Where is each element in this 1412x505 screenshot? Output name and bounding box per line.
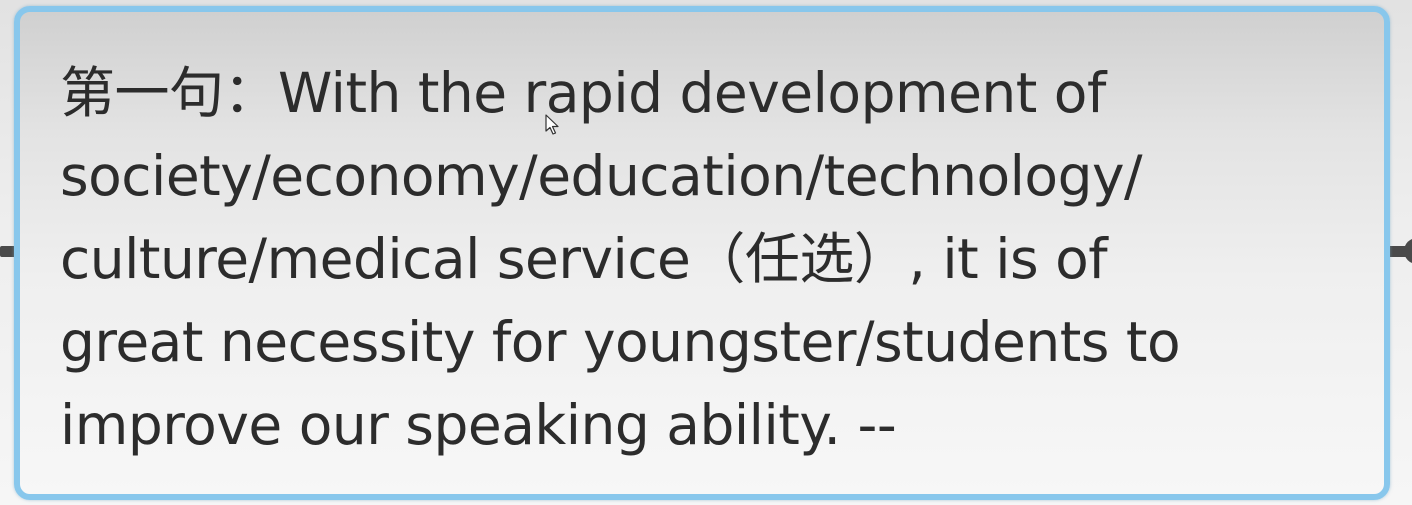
node-line-2: society/economy/education/technology/: [60, 144, 1143, 208]
node-line-5: improve our speaking ability. --: [60, 393, 897, 457]
node-line-3: culture/medical service（任选）, it is of: [60, 227, 1108, 291]
mindmap-node[interactable]: 第一句：With the rapid development of societ…: [14, 6, 1390, 500]
node-line-1: 第一句：With the rapid development of: [60, 61, 1106, 125]
node-line-4: great necessity for youngster/students t…: [60, 310, 1181, 374]
mouse-pointer-icon: [545, 114, 559, 135]
right-connector-knob[interactable]: [1404, 238, 1412, 264]
node-text: 第一句：With the rapid development of societ…: [60, 52, 1360, 467]
